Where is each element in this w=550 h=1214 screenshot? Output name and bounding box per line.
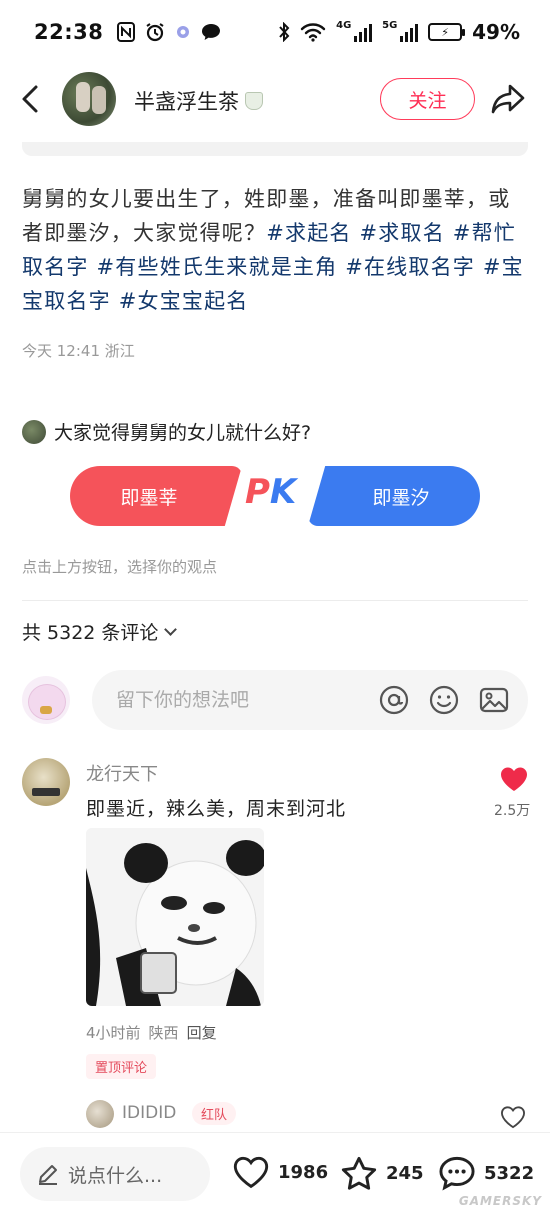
team-badge: 红队 — [192, 1102, 237, 1125]
vote-question-text: 大家觉得舅舅的女儿就什么好? — [54, 422, 312, 444]
post-meta: 今天 12:41 浙江 — [22, 342, 135, 360]
comment-input[interactable] — [116, 689, 356, 711]
status-bar: 22:38 4G 5G ⚡ 49% — [0, 0, 550, 64]
author-mini-avatar — [22, 419, 46, 444]
comment-meta: 4小时前 陕西 回复 — [86, 1022, 217, 1043]
reply-link[interactable]: 回复 — [187, 1022, 217, 1043]
image-icon[interactable] — [478, 684, 510, 716]
pk-k: K — [269, 472, 297, 512]
back-arrow-icon[interactable] — [18, 84, 42, 114]
comment-like-count: 2.5万 — [494, 803, 531, 819]
author-name-row[interactable]: 半盏浮生茶 — [134, 86, 263, 116]
comment-text: 即墨近，辣么美，周末到河北 — [86, 798, 347, 820]
wifi-icon — [300, 23, 326, 42]
follow-button[interactable]: 关注 — [380, 78, 475, 120]
bottom-input-placeholder: 说点什么... — [68, 1164, 163, 1187]
bottom-comment-input[interactable]: 说点什么... — [20, 1147, 210, 1201]
commenter-avatar[interactable] — [22, 758, 70, 806]
heart-filled-icon[interactable] — [500, 766, 528, 792]
hashtag[interactable]: #求起名 — [266, 221, 351, 245]
battery-icon: ⚡ — [428, 23, 466, 41]
share-icon[interactable] — [490, 82, 526, 116]
comment-stat[interactable]: 5322 — [438, 1155, 534, 1191]
message-icon — [202, 24, 221, 40]
comment-input-box[interactable] — [92, 670, 528, 730]
pk-p: P — [245, 472, 270, 512]
emoji-icon[interactable] — [428, 684, 460, 716]
bluetooth-icon — [279, 22, 290, 42]
status-left-icons — [117, 22, 221, 42]
favorite-stat[interactable]: 245 — [340, 1155, 424, 1191]
comment-location: 陕西 — [148, 1024, 179, 1042]
chevron-down-icon — [164, 622, 178, 636]
commenter-name[interactable]: 龙行天下 — [86, 760, 158, 786]
image-card-bottom-edge — [22, 142, 528, 156]
comment-time: 4小时前 — [86, 1024, 141, 1042]
tea-cup-icon — [245, 92, 263, 110]
author-avatar[interactable] — [62, 72, 116, 126]
network-label-2: 5G — [382, 20, 398, 31]
status-time: 22:38 — [34, 20, 104, 44]
vote-option-left-button[interactable]: 即墨莘 — [70, 466, 242, 526]
mention-icon[interactable] — [378, 684, 410, 716]
comment-count-label: 共 5322 条评论 — [22, 622, 159, 644]
signal-5g-icon: 5G — [382, 20, 419, 42]
hashtag[interactable]: #女宝宝起名 — [119, 289, 249, 313]
reply-author[interactable]: IDIDID — [122, 1103, 176, 1123]
vote-option-right-button[interactable]: 即墨汐 — [308, 466, 480, 526]
heart-outline-icon — [233, 1156, 269, 1189]
watermark: GAMERSKY — [458, 1194, 542, 1208]
author-name: 半盏浮生茶 — [134, 90, 239, 114]
like-stat[interactable]: 1986 — [232, 1155, 328, 1189]
comment-total: 5322 — [484, 1162, 535, 1184]
comment-bubble-icon — [439, 1156, 475, 1191]
post-header: 半盏浮生茶 关注 — [0, 64, 550, 136]
divider — [22, 600, 528, 601]
hashtag[interactable]: #求取名 — [360, 221, 445, 245]
battery-percent: 49% — [472, 20, 520, 44]
panda-meme-drawing — [86, 828, 264, 1006]
hashtag[interactable]: #在线取名字 — [345, 255, 475, 279]
app-icon — [177, 26, 190, 38]
panda-meme-image[interactable] — [86, 828, 264, 1006]
vote-question: 大家觉得舅舅的女儿就什么好? — [22, 418, 311, 445]
reply-avatar[interactable] — [86, 1100, 114, 1128]
signal-4g-icon: 4G — [336, 20, 373, 42]
pk-label: PK — [245, 472, 296, 512]
bottom-action-bar: 说点什么... 1986 245 5322 GAMERSKY — [0, 1132, 550, 1214]
like-count: 1986 — [278, 1161, 329, 1183]
nfc-icon — [117, 22, 136, 42]
heart-outline-icon[interactable] — [500, 1105, 526, 1129]
pinned-comment-badge: 置顶评论 — [86, 1054, 157, 1079]
status-right-icons: 4G 5G ⚡ 49% — [278, 20, 520, 44]
favorite-count: 245 — [386, 1162, 424, 1184]
post-body: 舅舅的女儿要出生了，姓即墨，准备叫即墨莘，或者即墨汐，大家觉得呢？#求起名 #求… — [22, 182, 530, 318]
comment-count-sort[interactable]: 共 5322 条评论 — [22, 618, 178, 645]
network-label-1: 4G — [336, 20, 352, 31]
star-outline-icon — [341, 1156, 377, 1190]
vote-hint: 点击上方按钮，选择你的观点 — [22, 558, 218, 576]
hashtag[interactable]: #有些姓氏生来就是主角 — [97, 255, 338, 279]
pencil-icon — [39, 1165, 57, 1185]
alarm-icon — [146, 23, 164, 42]
my-avatar[interactable] — [22, 676, 70, 724]
